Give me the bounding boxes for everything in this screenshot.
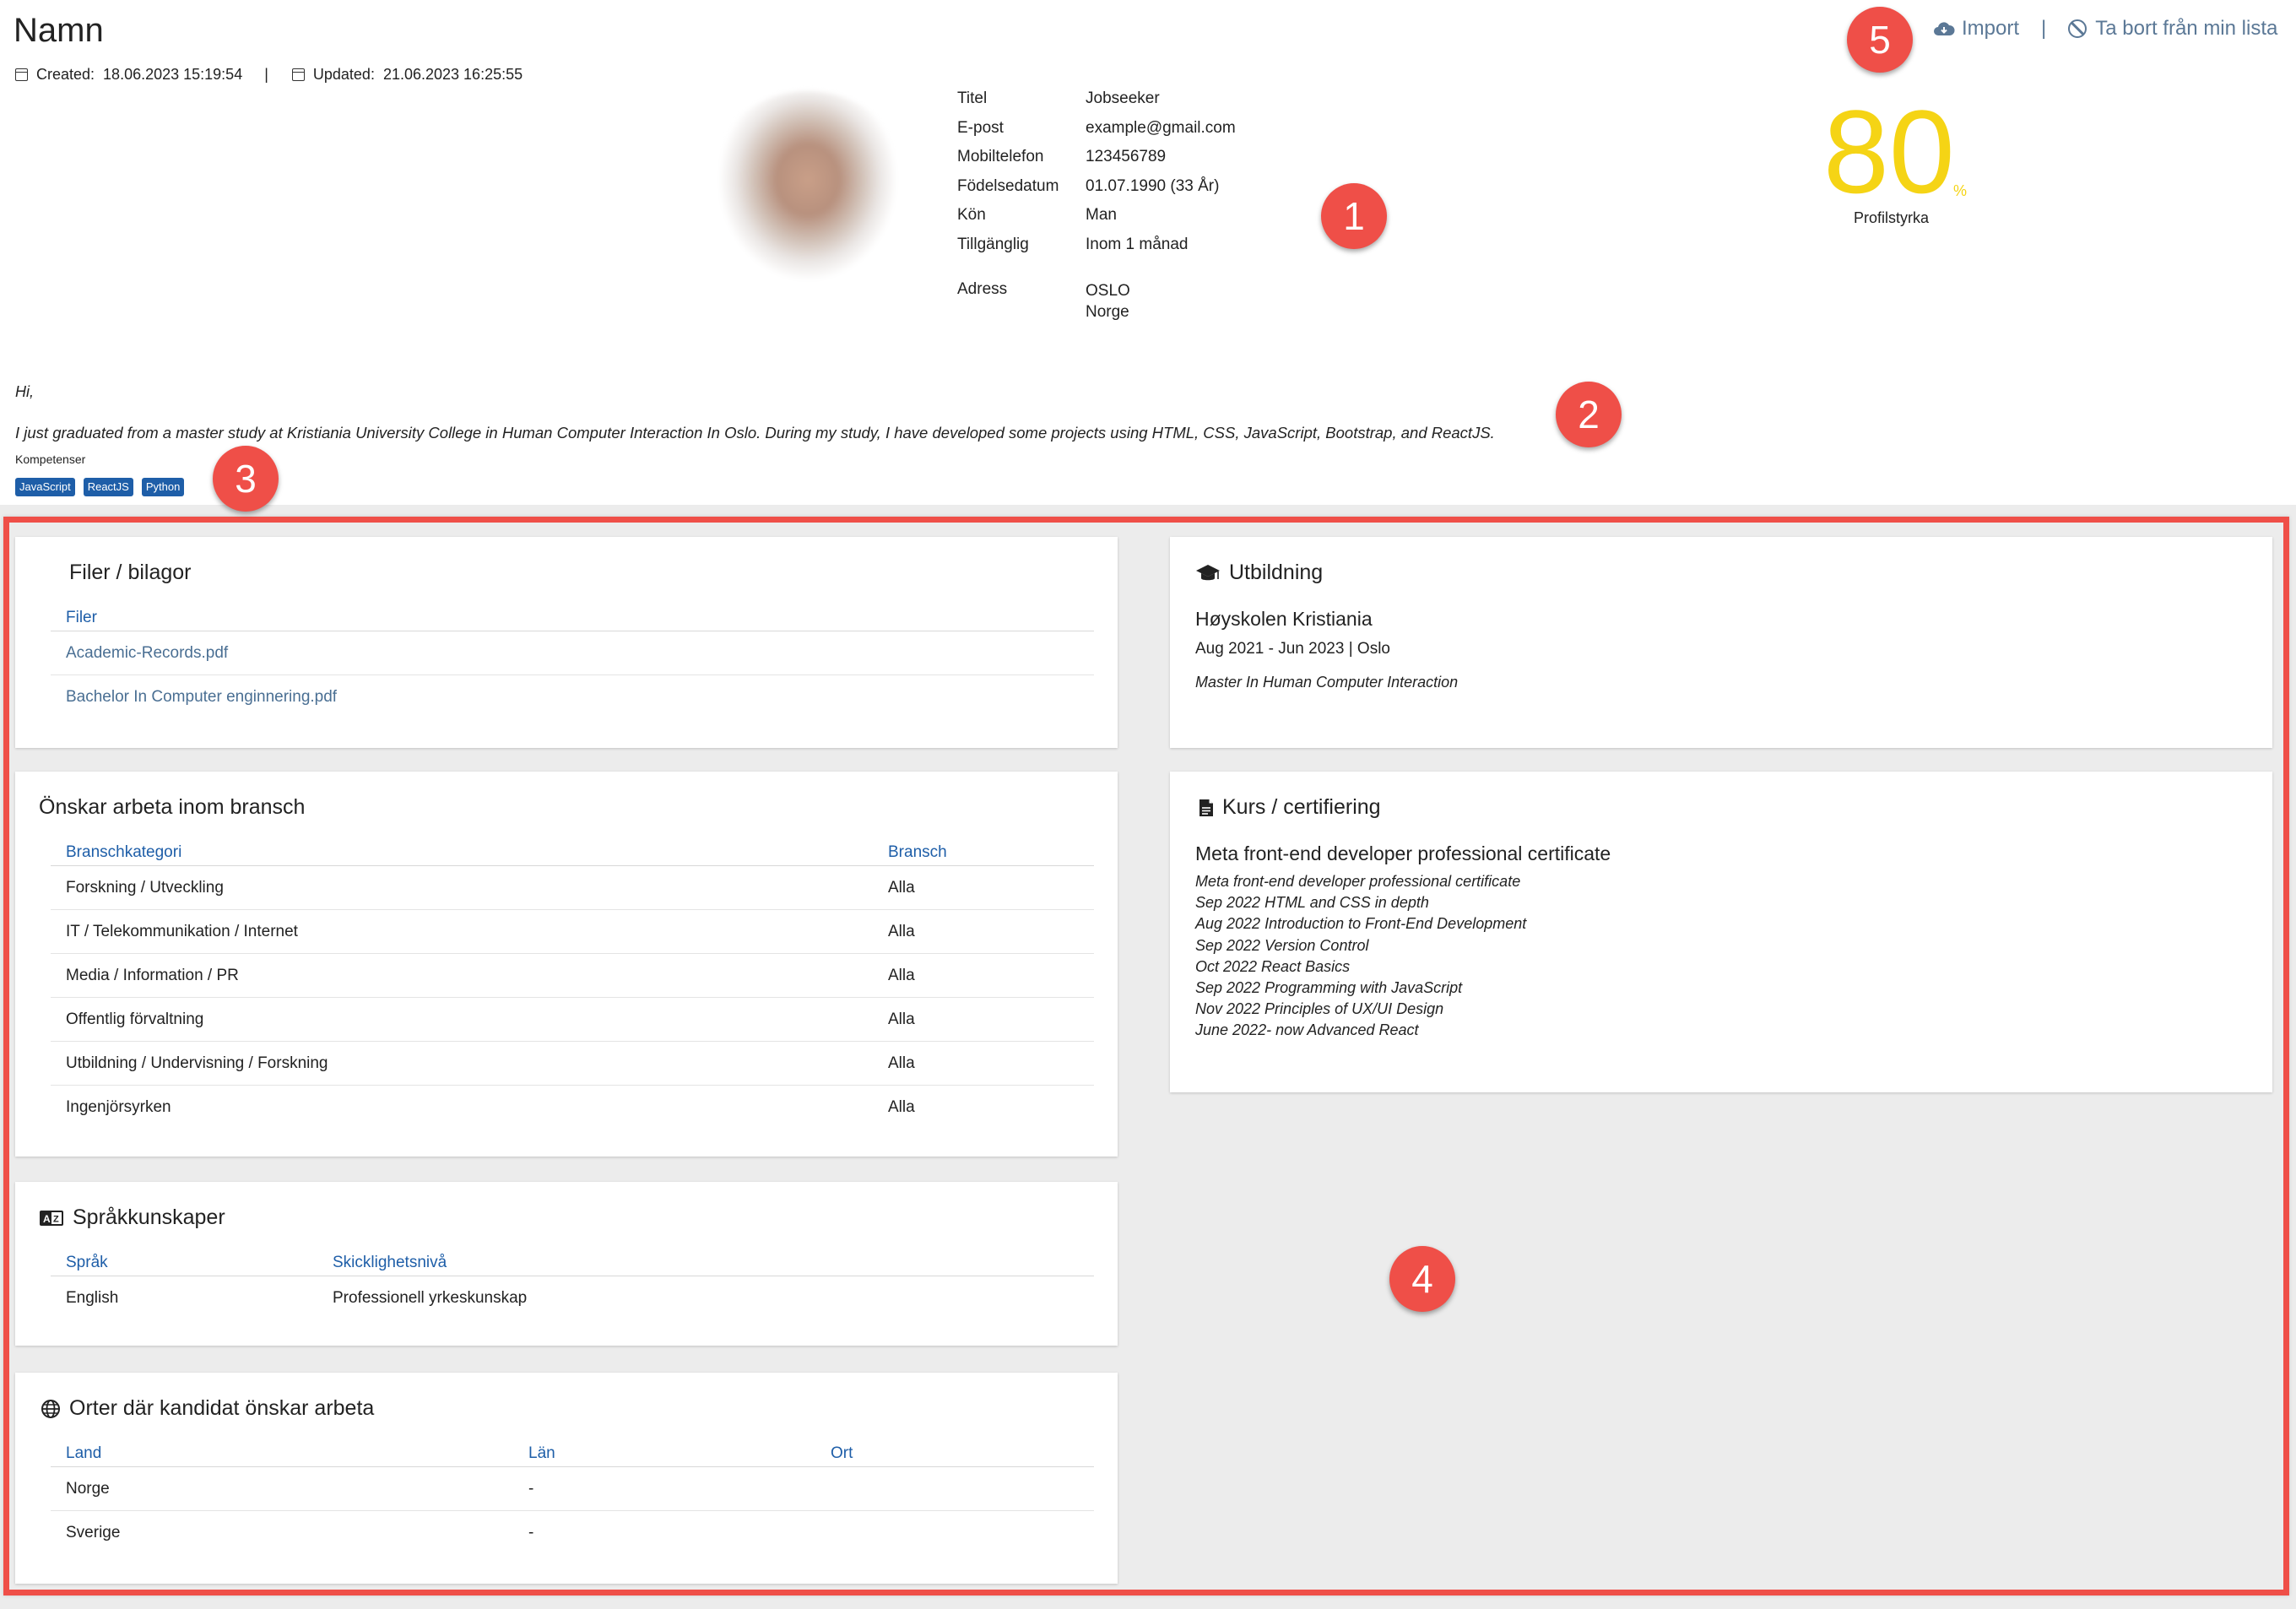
import-button[interactable]: Import: [1933, 17, 2019, 41]
created-value: 18.06.2023 15:19:54: [103, 66, 243, 83]
timestamp-separator: |: [264, 66, 268, 83]
annotation-marker-5: 5: [1847, 7, 1913, 73]
updated-label: Updated:: [312, 66, 375, 83]
calendar-icon: [291, 68, 305, 81]
page-title: Namn: [14, 12, 104, 49]
annotation-marker-3: 3: [213, 446, 279, 512]
info-label: Mobiltelefon: [957, 148, 1044, 166]
remove-from-list-button[interactable]: Ta bort från min lista: [2068, 17, 2277, 41]
timestamps: Created: 18.06.2023 15:19:54 | Updated: …: [15, 66, 523, 84]
remove-label: Ta bort från min lista: [2095, 17, 2278, 40]
profile-strength-value: 80: [1823, 85, 1955, 218]
info-label: E-post: [957, 118, 1004, 137]
info-value: Inom 1 månad: [1086, 235, 1189, 253]
skills-list: JavaScript ReactJS Python: [15, 478, 185, 496]
profile-photo: [702, 91, 913, 302]
cloud-download-icon: [1934, 22, 1955, 35]
bio-greeting: Hi,: [15, 383, 34, 400]
info-row-phone: Mobiltelefon 123456789: [957, 143, 1236, 172]
info-row-available: Tillgänglig Inom 1 månad: [957, 230, 1236, 260]
address-line: OSLO: [1086, 282, 1130, 300]
info-row-gender: Kön Man: [957, 201, 1236, 230]
annotation-marker-2: 2: [1556, 382, 1622, 447]
info-value: 01.07.1990 (33 År): [1086, 176, 1220, 195]
top-actions: Import | Ta bort från min lista: [1933, 17, 2277, 41]
info-row-birthdate: Födelsedatum 01.07.1990 (33 År): [957, 172, 1236, 202]
address-line: Norge: [1086, 303, 1129, 321]
skill-tag: Python: [141, 478, 185, 496]
info-row-email: E-post example@gmail.com: [957, 114, 1236, 144]
profile-strength-unit: %: [1953, 182, 1968, 199]
skill-tag: JavaScript: [15, 478, 75, 496]
ban-icon: [2068, 19, 2088, 38]
info-row-title: Titel Jobseeker: [957, 84, 1236, 114]
skills-label: Kompetenser: [15, 452, 86, 466]
info-value: Jobseeker: [1086, 89, 1160, 108]
info-label: Titel: [957, 89, 988, 108]
profile-strength-label: Profilstyrka: [1854, 209, 1930, 226]
info-label: Tillgänglig: [957, 235, 1029, 253]
info-value: 123456789: [1086, 148, 1167, 166]
annotation-marker-1: 1: [1321, 183, 1387, 249]
import-label: Import: [1962, 17, 2020, 40]
profile-info: Titel Jobseeker E-post example@gmail.com…: [957, 84, 1236, 322]
info-label: Födelsedatum: [957, 176, 1059, 195]
bio-text: I just graduated from a master study at …: [15, 424, 1495, 442]
info-row-address: Adress OSLO Norge: [957, 280, 1236, 322]
annotation-marker-4: 4: [1389, 1246, 1455, 1312]
updated-value: 21.06.2023 16:25:55: [382, 66, 523, 83]
created-label: Created:: [36, 66, 95, 83]
info-value: Man: [1086, 206, 1117, 225]
action-separator: |: [2041, 17, 2047, 40]
calendar-icon: [15, 68, 28, 81]
skill-tag: ReactJS: [83, 478, 133, 496]
info-label: Kön: [957, 206, 986, 225]
annotation-frame: [3, 517, 2289, 1595]
info-value: example@gmail.com: [1086, 118, 1236, 137]
info-label: Adress: [957, 280, 1008, 298]
